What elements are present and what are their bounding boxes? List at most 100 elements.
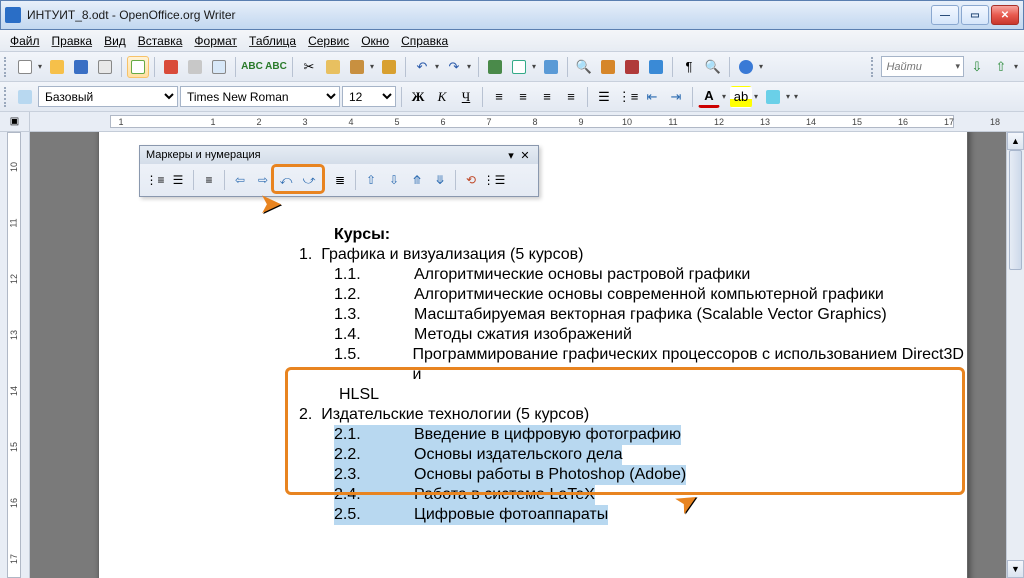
redo-dropdown[interactable]: ▾	[467, 62, 473, 71]
hyperlink-button[interactable]	[484, 56, 506, 78]
export-pdf-button[interactable]	[160, 56, 182, 78]
cut-button[interactable]: ✂	[298, 56, 320, 78]
bn-toolbar-close-icon[interactable]: ✕	[518, 149, 532, 162]
zoom-button[interactable]: 🔍	[702, 56, 724, 78]
menu-tools[interactable]: Сервис	[302, 32, 355, 50]
align-justify-button[interactable]: ≡	[560, 86, 582, 108]
menu-format[interactable]: Формат	[188, 32, 243, 50]
toolbar-handle[interactable]	[4, 57, 10, 77]
bn-demote-sub-button[interactable]: ⤻	[298, 169, 320, 191]
datasource-button[interactable]	[645, 56, 667, 78]
help-button[interactable]	[735, 56, 757, 78]
highlight-button[interactable]: ab	[730, 86, 752, 108]
new-button[interactable]	[14, 56, 36, 78]
menu-edit[interactable]: Правка	[46, 32, 99, 50]
align-right-button[interactable]: ≡	[536, 86, 558, 108]
formatting-more[interactable]: ▾	[794, 92, 800, 101]
horizontal-ruler[interactable]: 1123456789101112131415161718	[110, 115, 954, 128]
scroll-up-button[interactable]: ▲	[1007, 132, 1024, 150]
highlight-dropdown[interactable]: ▾	[754, 92, 760, 101]
bn-restart-num-button[interactable]: ⟲	[460, 169, 482, 191]
menu-help[interactable]: Справка	[395, 32, 454, 50]
copy-button[interactable]	[322, 56, 344, 78]
bn-move-down-button[interactable]: ⇩	[383, 169, 405, 191]
menu-table[interactable]: Таблица	[243, 32, 302, 50]
gallery-button[interactable]	[621, 56, 643, 78]
find-prev-button[interactable]: ⇧	[990, 56, 1012, 78]
undo-dropdown[interactable]: ▾	[435, 62, 441, 71]
show-draw-button[interactable]	[540, 56, 562, 78]
table-button[interactable]	[508, 56, 530, 78]
search-input[interactable]	[882, 61, 952, 73]
bn-promote-sub-button[interactable]: ⤺	[275, 169, 297, 191]
bn-toolbar-dropdown-icon[interactable]: ▾	[504, 149, 518, 162]
bold-button[interactable]: Ж	[407, 86, 429, 108]
restore-button[interactable]: ▭	[961, 5, 989, 25]
format-paint-button[interactable]	[378, 56, 400, 78]
scroll-down-button[interactable]: ▼	[1007, 560, 1024, 578]
bn-promote-button[interactable]: ⇦	[229, 169, 251, 191]
align-left-button[interactable]: ≡	[488, 86, 510, 108]
redo-button[interactable]: ↷	[443, 56, 465, 78]
paste-button[interactable]	[346, 56, 368, 78]
bgcolor-dropdown[interactable]: ▾	[786, 92, 792, 101]
undo-button[interactable]: ↶	[411, 56, 433, 78]
find-next-button[interactable]: ⇩	[966, 56, 988, 78]
save-button[interactable]	[70, 56, 92, 78]
menu-view[interactable]: Вид	[98, 32, 132, 50]
bn-dialog-button[interactable]: ⋮☰	[483, 169, 505, 191]
bn-move-up-sub-button[interactable]: ⤊	[406, 169, 428, 191]
paste-dropdown[interactable]: ▾	[370, 62, 376, 71]
bullets-numbering-toolbar[interactable]: Маркеры и нумерация ▾ ✕ ⋮≡ ☰ ≡ ⇦ ⇨ ⤺ ⤻ ≣	[139, 145, 539, 197]
close-button[interactable]: ✕	[991, 5, 1019, 25]
font-size-select[interactable]: 12	[342, 86, 396, 107]
edit-doc-button[interactable]	[127, 56, 149, 78]
bgcolor-button[interactable]	[762, 86, 784, 108]
scroll-thumb[interactable]	[1009, 150, 1022, 270]
ruler-corner: ▣	[0, 112, 30, 131]
new-dropdown[interactable]: ▾	[38, 62, 44, 71]
vertical-ruler[interactable]: 1011121314151617	[0, 132, 30, 578]
font-color-button[interactable]: A	[698, 86, 720, 108]
bn-demote-button[interactable]: ⇨	[252, 169, 274, 191]
bn-numbering-off-button[interactable]: ☰	[167, 169, 189, 191]
menu-insert[interactable]: Вставка	[132, 32, 189, 50]
paragraph-style-select[interactable]: Базовый	[38, 86, 178, 107]
indent-dec-button[interactable]: ⇤	[641, 86, 663, 108]
numbering-button[interactable]: ☰	[593, 86, 615, 108]
table-dropdown[interactable]: ▾	[532, 62, 538, 71]
underline-button[interactable]: Ч	[455, 86, 477, 108]
open-button[interactable]	[46, 56, 68, 78]
navigator-button[interactable]	[597, 56, 619, 78]
indent-inc-button[interactable]: ⇥	[665, 86, 687, 108]
bn-insert-unnum-button[interactable]: ≣	[329, 169, 351, 191]
styles-button[interactable]	[14, 86, 36, 108]
preview-button[interactable]	[208, 56, 230, 78]
minimize-button[interactable]: —	[931, 5, 959, 25]
find-button[interactable]: 🔍	[573, 56, 595, 78]
page[interactable]: Курсы: 1. Графика и визуализация (5 курс…	[98, 132, 968, 578]
find-toolbar-handle[interactable]	[871, 57, 877, 77]
font-name-select[interactable]: Times New Roman	[180, 86, 340, 107]
align-center-button[interactable]: ≡	[512, 86, 534, 108]
print-button[interactable]	[184, 56, 206, 78]
autospell-button[interactable]: ABC	[265, 56, 287, 78]
menu-file[interactable]: Файл	[4, 32, 46, 50]
search-dropdown-icon[interactable]: ▾	[952, 61, 963, 72]
bn-bullets-off-button[interactable]: ⋮≡	[144, 169, 166, 191]
toolbar-more[interactable]: ▾	[759, 62, 765, 71]
find-more[interactable]: ▾	[1014, 62, 1020, 71]
menu-window[interactable]: Окно	[355, 32, 395, 50]
email-button[interactable]	[94, 56, 116, 78]
bn-move-down-sub-button[interactable]: ⤋	[429, 169, 451, 191]
vertical-scrollbar[interactable]: ▲ ▼	[1006, 132, 1024, 578]
italic-button[interactable]: К	[431, 86, 453, 108]
font-color-dropdown[interactable]: ▾	[722, 92, 728, 101]
bullets-button[interactable]: ⋮≡	[617, 86, 639, 108]
bn-jump-up-button[interactable]: ≡	[198, 169, 220, 191]
nonprint-button[interactable]: ¶	[678, 56, 700, 78]
bn-move-up-button[interactable]: ⇧	[360, 169, 382, 191]
toolbar-handle[interactable]	[4, 87, 10, 107]
spellcheck-button[interactable]: ABC	[241, 56, 263, 78]
bn-toolbar-title-bar[interactable]: Маркеры и нумерация ▾ ✕	[140, 146, 538, 164]
